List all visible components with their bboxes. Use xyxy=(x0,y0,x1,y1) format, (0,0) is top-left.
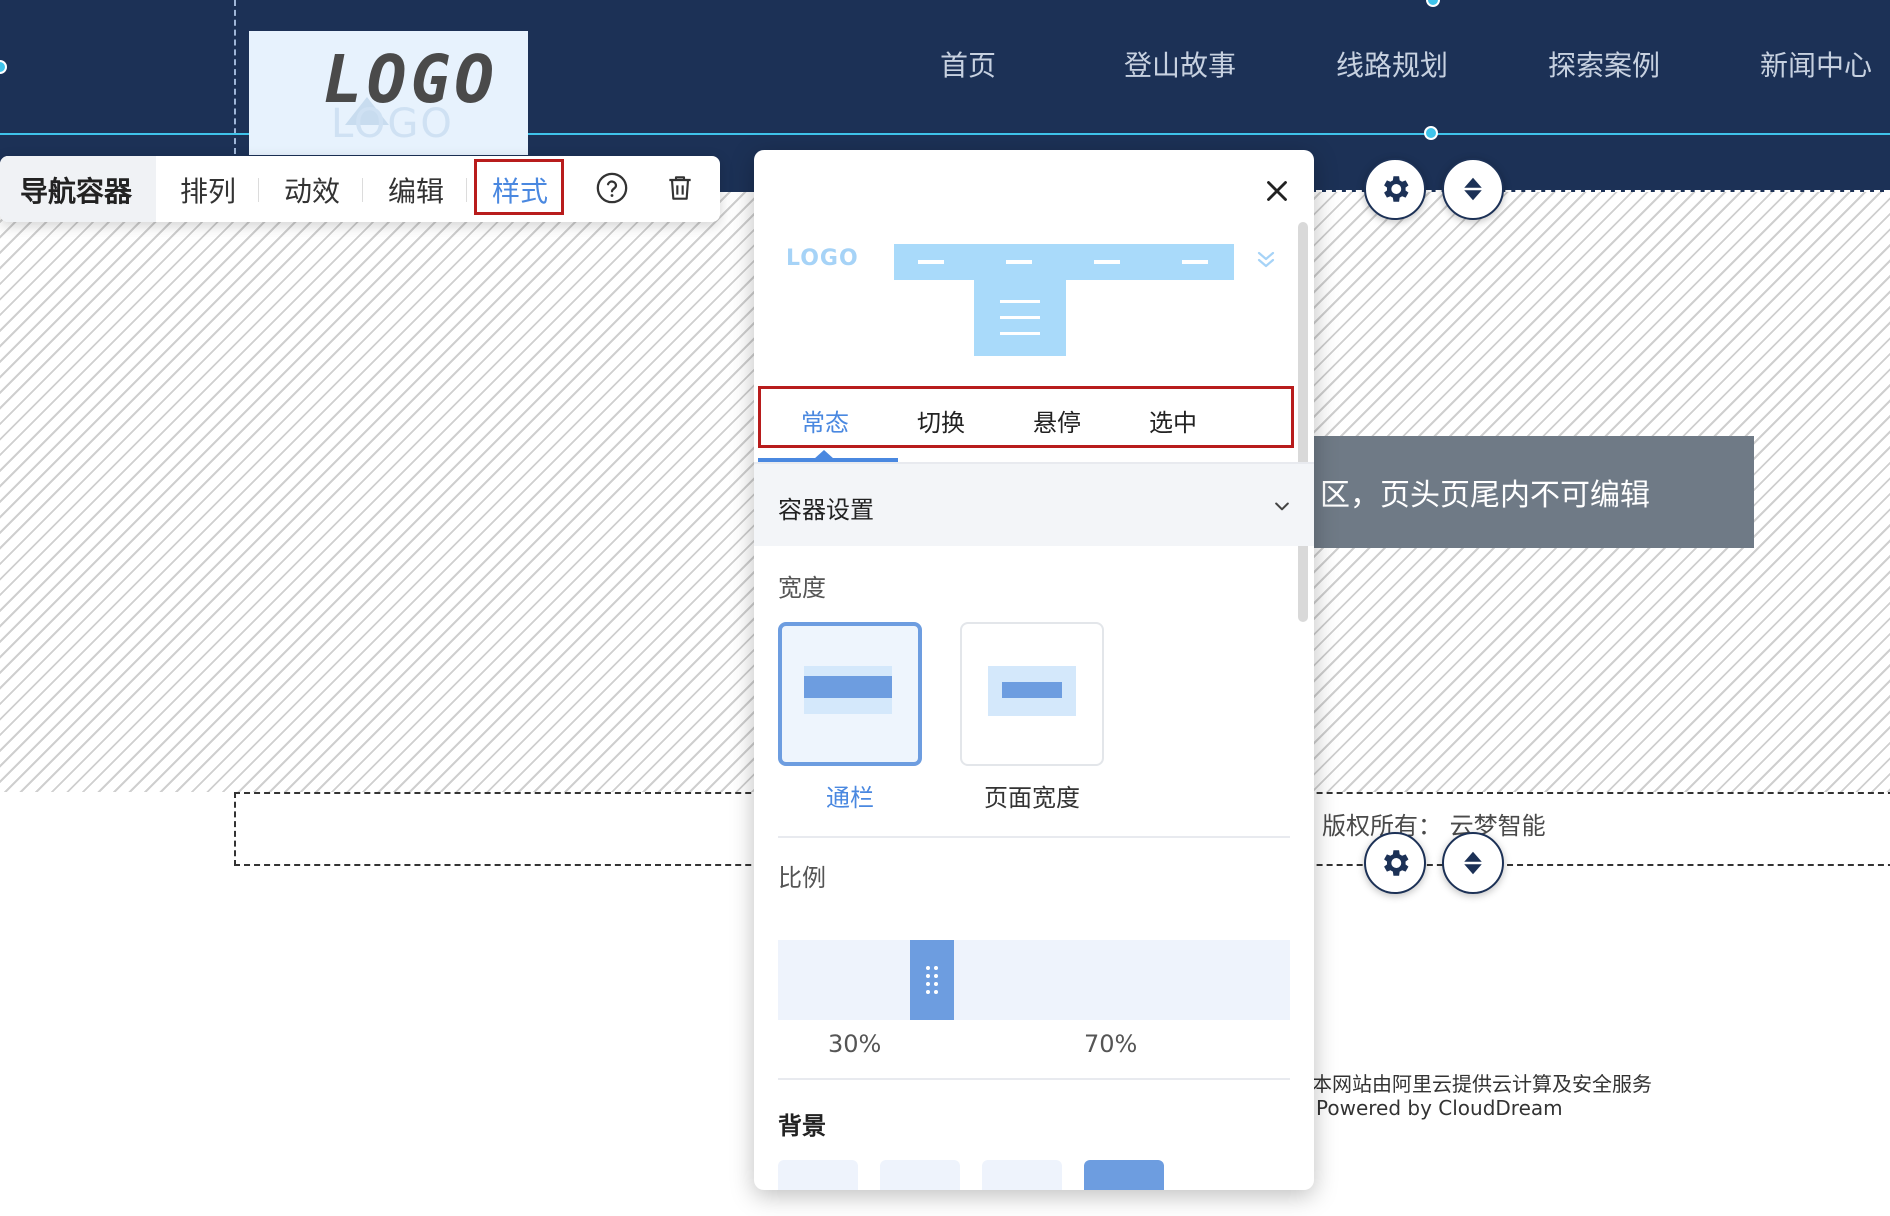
toolbar-animation-button[interactable]: 动效 xyxy=(284,170,340,210)
background-option[interactable] xyxy=(778,1160,858,1190)
preview-nav-item xyxy=(1006,260,1032,264)
preview-nav-item xyxy=(918,260,944,264)
nav-item-cases[interactable]: 探索案例 xyxy=(1548,44,1660,84)
footer-move-button[interactable] xyxy=(1442,832,1504,894)
vertical-guide-line xyxy=(234,0,236,154)
nav-item-home[interactable]: 首页 xyxy=(940,44,996,84)
ratio-left-value: 30% xyxy=(828,1030,882,1058)
help-button[interactable] xyxy=(594,170,630,206)
guide-handle[interactable] xyxy=(0,60,7,74)
background-option[interactable] xyxy=(1084,1160,1164,1190)
toolbar-separator xyxy=(466,178,467,202)
delete-button[interactable] xyxy=(662,170,698,206)
site-logo[interactable]: LOGO LOGO xyxy=(249,31,528,155)
toolbar-edit-button[interactable]: 编辑 xyxy=(388,170,444,210)
toolbar-separator xyxy=(258,178,259,202)
header-move-button[interactable] xyxy=(1442,158,1504,220)
background-option[interactable] xyxy=(880,1160,960,1190)
editor-root: LOGO LOGO 首页 登山故事 线路规划 探索案例 新闻中心 区，页头页尾内… xyxy=(0,0,1890,1216)
nav-item-news[interactable]: 新闻中心 xyxy=(1760,44,1872,84)
background-option[interactable] xyxy=(982,1160,1062,1190)
toolbar-separator xyxy=(362,178,363,202)
question-circle-icon xyxy=(596,172,628,204)
hosting-notice: 本网站由阿里云提供云计算及安全服务 xyxy=(1312,1072,1652,1096)
preview-menu-line xyxy=(1000,316,1040,319)
section-toggle xyxy=(1272,496,1292,516)
panel-scrollbar[interactable] xyxy=(1298,222,1308,622)
width-label: 宽度 xyxy=(778,574,826,602)
drag-grip-icon xyxy=(926,966,938,994)
tab-hover[interactable]: 悬停 xyxy=(1033,403,1081,438)
tab-switch[interactable]: 切换 xyxy=(917,403,965,438)
gear-icon xyxy=(1384,176,1409,202)
toolbar-container-label: 导航容器 xyxy=(20,175,133,208)
guide-handle[interactable] xyxy=(1424,126,1438,140)
background-label: 背景 xyxy=(778,1112,826,1140)
preview-dropdown xyxy=(974,280,1066,356)
trash-icon xyxy=(669,176,691,200)
preview-menu-line xyxy=(1000,332,1040,335)
container-settings-header[interactable]: 容器设置 xyxy=(754,464,1314,546)
width-option-page[interactable] xyxy=(960,622,1104,766)
preview-expand-button[interactable] xyxy=(1254,248,1278,272)
preview-nav-bar xyxy=(894,244,1234,280)
toolbar-style-button[interactable]: 样式 xyxy=(492,170,548,210)
header-settings-button[interactable] xyxy=(1364,158,1426,220)
ratio-label: 比例 xyxy=(778,864,826,892)
guide-handle[interactable] xyxy=(1426,0,1440,7)
width-option-full[interactable] xyxy=(778,622,922,766)
up-down-arrows-icon xyxy=(1464,177,1482,201)
double-chevron-down-icon xyxy=(1257,251,1275,268)
tab-selected[interactable]: 选中 xyxy=(1149,403,1197,438)
component-toolbar: 导航容器 排列 动效 编辑 样式 xyxy=(0,156,720,222)
locked-notice-text: 区，页头页尾内不可编辑 xyxy=(1320,478,1650,513)
preview-nav-item xyxy=(1094,260,1120,264)
section-divider xyxy=(778,1078,1290,1080)
ratio-slider-handle[interactable] xyxy=(910,940,954,1020)
panel-close-button[interactable] xyxy=(1260,174,1294,208)
width-option-page-label: 页面宽度 xyxy=(984,784,1080,812)
gear-icon xyxy=(1384,850,1409,876)
state-tabs: 常态 切换 悬停 选中 xyxy=(758,386,1294,448)
page-width-layout-icon xyxy=(988,666,1076,716)
footer-settings-button[interactable] xyxy=(1364,832,1426,894)
section-title: 容器设置 xyxy=(778,496,874,524)
copyright-text: 版权所有： 云梦智能 xyxy=(1322,812,1546,840)
locked-notice: 区，页头页尾内不可编辑 xyxy=(1310,436,1754,548)
close-icon xyxy=(1267,181,1287,201)
chevron-down-icon xyxy=(1275,502,1289,511)
ratio-slider[interactable] xyxy=(778,940,1290,1020)
logo-text: LOGO xyxy=(323,41,498,118)
ratio-right-value: 70% xyxy=(1084,1030,1138,1058)
preview-nav-item xyxy=(1182,260,1208,264)
full-width-layout-icon xyxy=(804,666,892,714)
style-panel: LOGO 常态 切换 悬停 选中 容器设置 宽度 通栏 页面宽度 比例 30% … xyxy=(754,150,1314,1190)
up-down-arrows-icon xyxy=(1464,851,1482,875)
tab-normal[interactable]: 常态 xyxy=(801,403,849,438)
toolbar-arrange-button[interactable]: 排列 xyxy=(180,170,236,210)
width-option-full-label: 通栏 xyxy=(826,784,874,812)
preview-logo-text: LOGO xyxy=(786,246,859,271)
powered-by-text: Powered by CloudDream xyxy=(1316,1096,1563,1120)
nav-item-stories[interactable]: 登山故事 xyxy=(1124,44,1236,84)
nav-item-routes[interactable]: 线路规划 xyxy=(1336,44,1448,84)
section-divider xyxy=(778,836,1290,838)
preview-menu-line xyxy=(1000,300,1040,303)
